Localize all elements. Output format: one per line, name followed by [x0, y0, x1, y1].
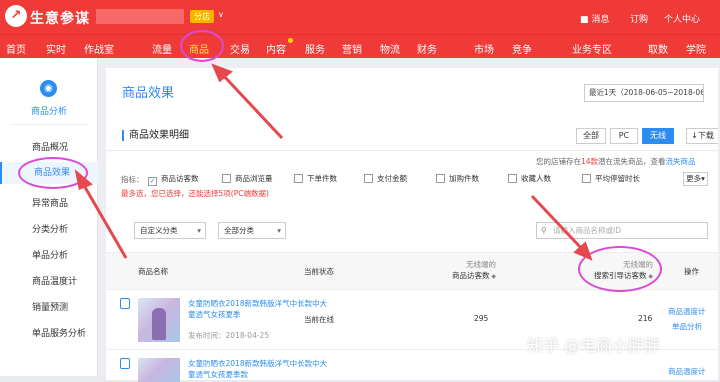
- annotation-arrows: [74, 63, 593, 261]
- arrow-to-column: [530, 194, 585, 252]
- arrow-to-nav: [220, 72, 284, 140]
- watermark: 知乎 @电商小胖胖: [527, 336, 661, 355]
- arrowhead: [74, 169, 93, 191]
- arrow-to-sidebar: [80, 181, 128, 259]
